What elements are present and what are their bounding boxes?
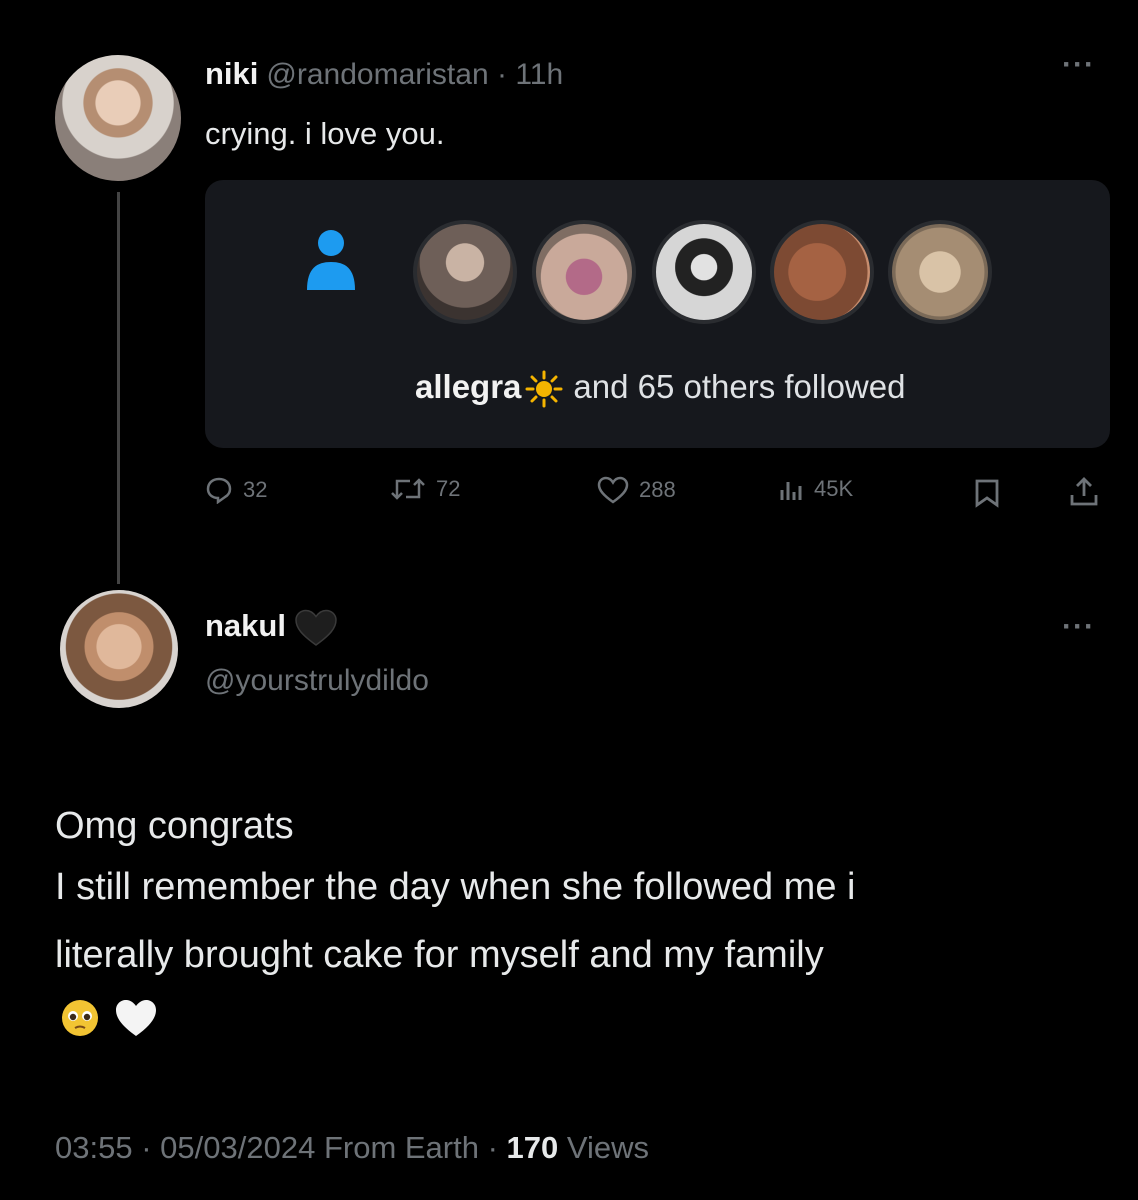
reply-footer: 03:55 · 05/03/2024 From Earth · 170 View… <box>55 1130 649 1166</box>
reply-count: 32 <box>243 477 268 502</box>
author-name[interactable]: niki <box>205 56 258 91</box>
pleading-face-icon <box>62 1000 98 1036</box>
reply-text-line: literally brought cake for myself and my… <box>55 934 824 976</box>
author-handle[interactable]: @yourstrulydildo <box>205 664 429 698</box>
reply-text-line: Omg congrats <box>55 805 294 847</box>
author-name[interactable]: nakul <box>205 608 286 643</box>
tweet-text: crying. i love you. <box>205 116 445 151</box>
more-icon[interactable]: ··· <box>1062 610 1095 644</box>
tweet-header: niki @randomaristan · 11h <box>205 56 563 92</box>
separator: · <box>487 1130 498 1165</box>
person-icon <box>307 230 355 290</box>
retweet-count: 72 <box>436 476 461 501</box>
bookmark-icon[interactable] <box>974 478 1000 508</box>
follower-avatar[interactable] <box>413 220 517 324</box>
sun-emoji-icon <box>525 370 563 408</box>
avatar[interactable] <box>60 590 178 708</box>
white-heart-icon <box>116 1000 156 1036</box>
reply-author[interactable]: nakul <box>205 608 338 647</box>
follower-avatar[interactable] <box>888 220 992 324</box>
thread-line <box>117 192 120 584</box>
retweet-button[interactable]: 72 <box>390 476 460 502</box>
follower-name[interactable]: allegra <box>415 368 521 405</box>
reply-text-line: I still remember the day when she follow… <box>55 866 856 908</box>
emoji-row <box>60 998 158 1038</box>
avatar[interactable] <box>55 55 181 181</box>
separator: · <box>141 1130 152 1165</box>
separator: · <box>496 58 507 91</box>
follower-avatar[interactable] <box>532 220 636 324</box>
retweet-icon <box>391 478 425 500</box>
follow-text: and 65 others followed <box>573 368 906 405</box>
like-count: 288 <box>639 477 676 502</box>
follower-avatar[interactable] <box>652 220 756 324</box>
follower-avatar[interactable] <box>770 220 874 324</box>
reply-icon <box>206 477 232 504</box>
like-button[interactable]: 288 <box>597 476 676 504</box>
analytics-icon <box>780 482 802 500</box>
views-count: 45K <box>814 476 854 501</box>
heart-icon <box>597 476 629 504</box>
views-button[interactable]: 45K <box>778 476 853 502</box>
more-icon[interactable]: ··· <box>1062 48 1095 82</box>
share-icon[interactable] <box>1068 476 1100 508</box>
views-label: Views <box>566 1130 650 1165</box>
views-count: 170 <box>506 1130 559 1165</box>
post-time[interactable]: 03:55 <box>55 1130 133 1165</box>
post-source: From Earth <box>323 1130 479 1165</box>
black-heart-icon <box>295 609 337 646</box>
author-handle[interactable]: @randomaristan <box>266 58 488 91</box>
follow-summary: allegra and 65 others followed <box>415 368 905 408</box>
post-date[interactable]: 05/03/2024 <box>160 1130 315 1165</box>
reply-button[interactable]: 32 <box>205 476 267 504</box>
timestamp[interactable]: 11h <box>515 58 563 91</box>
